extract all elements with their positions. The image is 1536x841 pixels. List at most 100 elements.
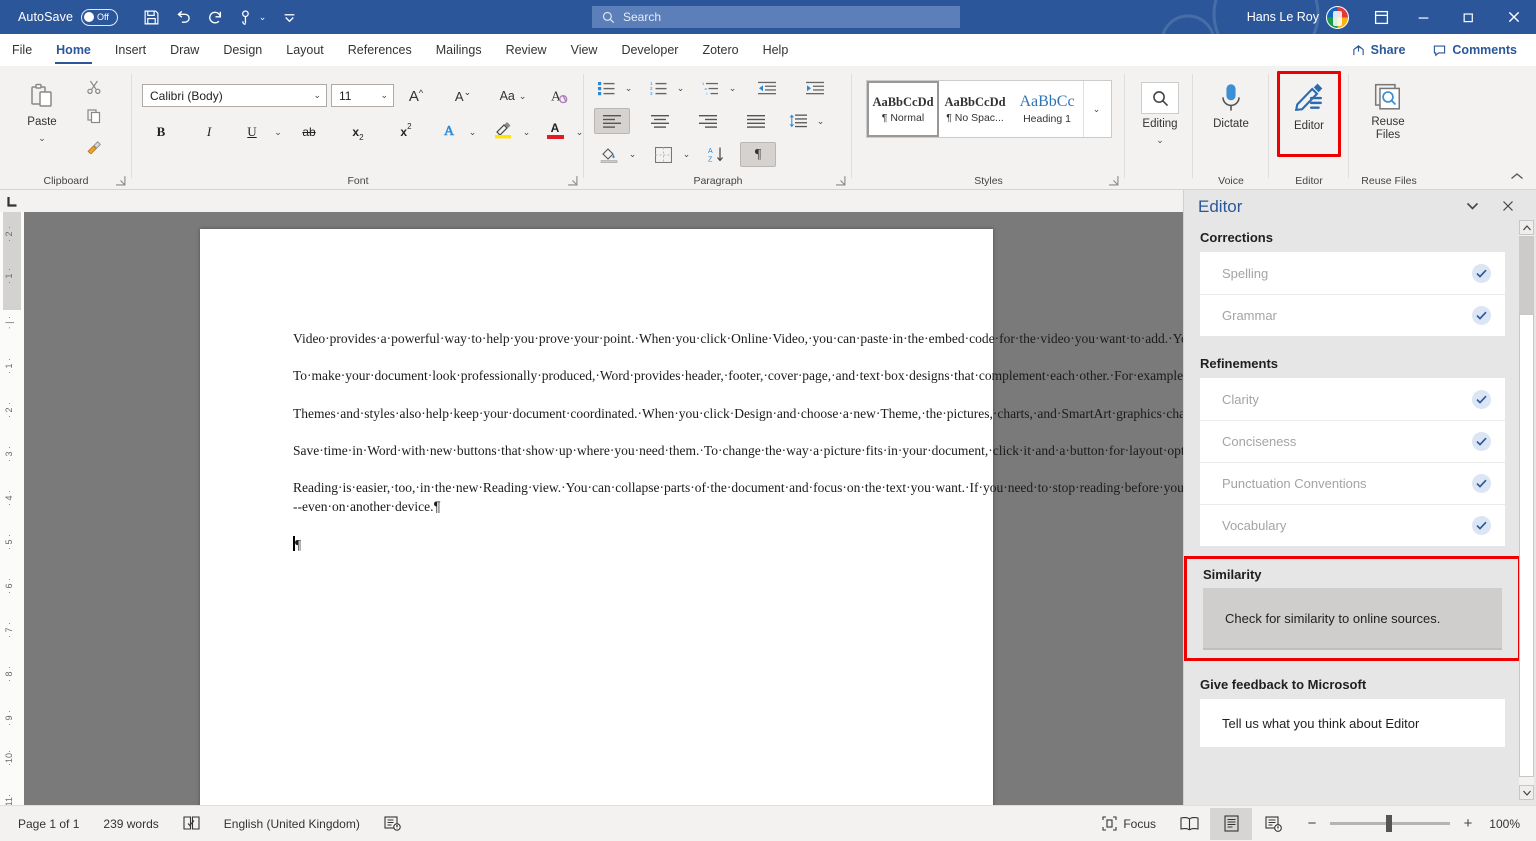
editor-button[interactable]: Editor [1277, 71, 1341, 157]
align-right-button[interactable] [690, 108, 726, 134]
zoom-track[interactable] [1330, 815, 1450, 832]
grow-font-button[interactable]: A ^ [400, 84, 432, 108]
customize-qat-icon[interactable] [274, 4, 304, 30]
tab-help[interactable]: Help [751, 34, 801, 66]
numbering-chevron-down-icon[interactable]: ⌄ [672, 76, 689, 100]
tab-view[interactable]: View [559, 34, 610, 66]
line-spacing-button[interactable] [784, 108, 812, 134]
reuse-files-button[interactable]: Reuse Files [1357, 74, 1419, 158]
show-formatting-marks-button[interactable]: ¶ [740, 142, 776, 167]
touch-mode-icon[interactable]: ⌄ [232, 4, 272, 30]
share-button[interactable]: Share [1341, 38, 1417, 62]
tab-layout[interactable]: Layout [274, 34, 336, 66]
paragraph-3[interactable]: Themes·and·styles·also·help·keep·your·do… [293, 404, 1183, 423]
correction-grammar[interactable]: Grammar [1200, 294, 1505, 336]
page-indicator[interactable]: Page 1 of 1 [6, 806, 91, 841]
paragraph-dialog-launcher[interactable] [835, 173, 848, 186]
justify-button[interactable] [738, 108, 774, 134]
autosave-toggle[interactable]: Off [81, 8, 119, 26]
clear-formatting-button[interactable]: A [544, 84, 574, 108]
tab-home[interactable]: Home [44, 34, 103, 66]
paragraph-4[interactable]: Save·time·in·Word·with·new·buttons·that·… [293, 441, 1183, 460]
decrease-indent-button[interactable] [752, 76, 782, 100]
increase-indent-button[interactable] [800, 76, 830, 100]
paste-button[interactable]: Paste ⌄ [14, 74, 70, 158]
refinement-punctuation-conventions[interactable]: Punctuation Conventions [1200, 462, 1505, 504]
collapse-ribbon-button[interactable] [1506, 168, 1528, 186]
refinement-clarity[interactable]: Clarity [1200, 378, 1505, 420]
align-center-button[interactable] [642, 108, 678, 134]
close-button[interactable] [1491, 0, 1536, 34]
tab-references[interactable]: References [336, 34, 424, 66]
style-heading-1[interactable]: AaBbCc Heading 1 [1011, 81, 1083, 137]
bold-button[interactable]: B [146, 119, 176, 145]
paragraph-5[interactable]: Reading·is·easier,·too,·in·the·new·Readi… [293, 478, 1183, 517]
minimize-button[interactable] [1401, 0, 1446, 34]
font-size-chevron-down-icon[interactable]: ⌄ [380, 85, 388, 106]
styles-gallery-more-chevron-down-icon[interactable]: ⌄ [1083, 81, 1109, 137]
focus-mode-button[interactable]: Focus [1090, 806, 1168, 841]
tab-stop-selector[interactable] [0, 190, 24, 212]
check-similarity-button[interactable]: Check for similarity to online sources. [1203, 588, 1502, 650]
font-dialog-launcher[interactable] [567, 173, 580, 186]
search-input[interactable]: Search [592, 6, 960, 28]
italic-button[interactable]: I [194, 119, 224, 145]
style-no-spacing[interactable]: AaBbCcDd ¶ No Spac... [939, 81, 1011, 137]
document-text[interactable]: Video·provides·a·powerful·way·to·help·yo… [293, 329, 1183, 554]
change-case-button[interactable]: Aa ⌄ [492, 84, 534, 108]
scrollbar-track-upper[interactable] [1519, 236, 1534, 314]
subscript-button[interactable]: x 2 [343, 119, 373, 145]
autosave-control[interactable]: AutoSave Off [18, 8, 119, 26]
dictate-button[interactable]: Dictate [1203, 74, 1259, 152]
shrink-font-button[interactable]: A ⌄ [447, 84, 479, 108]
paragraph-2[interactable]: To·make·your·document·look·professionall… [293, 366, 1183, 385]
redo-icon[interactable] [200, 4, 230, 30]
proofing-status-button[interactable] [171, 806, 212, 841]
zoom-out-button[interactable]: − [1304, 815, 1320, 832]
paste-chevron-down-icon[interactable]: ⌄ [38, 133, 46, 143]
align-left-button[interactable] [594, 108, 630, 134]
tab-design[interactable]: Design [211, 34, 274, 66]
clipboard-dialog-launcher[interactable] [115, 173, 128, 186]
document-canvas[interactable]: Video·provides·a·powerful·way·to·help·yo… [24, 212, 1183, 805]
scroll-up-arrow-icon[interactable] [1519, 220, 1534, 235]
borders-button[interactable] [648, 142, 678, 167]
scroll-down-arrow-icon[interactable] [1519, 785, 1534, 800]
line-spacing-chevron-down-icon[interactable]: ⌄ [812, 108, 829, 134]
zoom-thumb[interactable] [1386, 815, 1392, 832]
font-name-chevron-down-icon[interactable]: ⌄ [313, 85, 321, 106]
editor-pane-scrollbar[interactable] [1519, 220, 1534, 800]
multilevel-list-button[interactable]: 1 a i [696, 76, 724, 100]
shading-chevron-down-icon[interactable]: ⌄ [624, 142, 641, 167]
zoom-in-button[interactable]: + [1460, 815, 1476, 832]
paragraph-1[interactable]: Video·provides·a·powerful·way·to·help·yo… [293, 329, 1183, 348]
horizontal-ruler[interactable]: · 2 · | · 1 · | · · | · 1 · | · 2 · | · … [0, 190, 1183, 401]
text-highlight-button[interactable] [487, 119, 517, 145]
tab-zotero[interactable]: Zotero [690, 34, 750, 66]
restore-button[interactable] [1446, 0, 1491, 34]
tab-file[interactable]: File [0, 34, 44, 66]
ribbon-display-options-icon[interactable] [1361, 0, 1401, 34]
save-icon[interactable] [136, 4, 166, 30]
font-name-input[interactable]: Calibri (Body) ⌄ [142, 84, 327, 107]
editing-button[interactable]: Editing ⌄ [1134, 74, 1186, 154]
text-effects-button[interactable]: A [435, 119, 463, 145]
web-layout-button[interactable] [1252, 808, 1294, 840]
empty-paragraph[interactable]: ¶ [293, 535, 913, 554]
shading-button[interactable] [594, 142, 624, 167]
highlight-chevron-down-icon[interactable]: ⌄ [517, 119, 536, 145]
text-effects-chevron-down-icon[interactable]: ⌄ [463, 119, 482, 145]
scrollbar-thumb[interactable] [1519, 314, 1534, 777]
correction-spelling[interactable]: Spelling [1200, 252, 1505, 294]
read-mode-button[interactable] [1168, 808, 1210, 840]
refinement-vocabulary[interactable]: Vocabulary [1200, 504, 1505, 546]
format-painter-button[interactable] [80, 132, 108, 158]
undo-icon[interactable] [168, 4, 198, 30]
accessibility-checker-button[interactable] [372, 806, 413, 841]
avatar[interactable] [1326, 5, 1349, 29]
tab-mailings[interactable]: Mailings [424, 34, 494, 66]
feedback-button[interactable]: Tell us what you think about Editor [1200, 699, 1505, 747]
refinement-conciseness[interactable]: Conciseness [1200, 420, 1505, 462]
superscript-button[interactable]: x 2 [391, 119, 421, 145]
vertical-ruler[interactable]: · 2 · · 1 · · | · · 1 · · 2 · · 3 · · 4 … [0, 212, 24, 841]
